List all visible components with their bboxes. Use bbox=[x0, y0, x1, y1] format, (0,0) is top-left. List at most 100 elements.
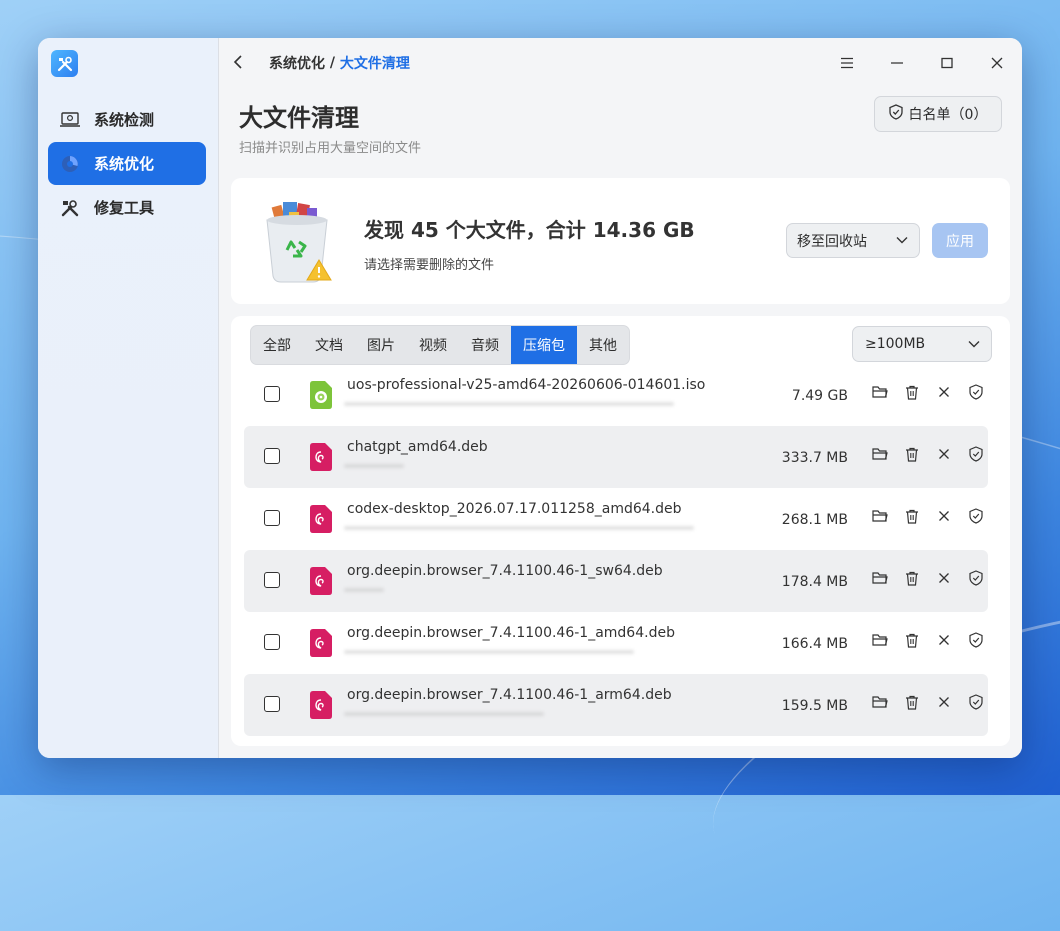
ignore-icon[interactable] bbox=[934, 444, 954, 464]
breadcrumb: 系统优化 / 大文件清理 bbox=[233, 52, 410, 74]
size-filter-select[interactable]: ≥100MB bbox=[852, 326, 992, 362]
action-select[interactable]: 移至回收站 bbox=[786, 223, 920, 258]
delete-icon[interactable] bbox=[902, 692, 922, 712]
size-filter-value: ≥100MB bbox=[865, 336, 926, 352]
close-icon[interactable] bbox=[983, 50, 1011, 76]
tab-all[interactable]: 全部 bbox=[251, 326, 303, 364]
add-whitelist-icon[interactable] bbox=[966, 692, 986, 712]
ignore-icon[interactable] bbox=[934, 506, 954, 526]
add-whitelist-icon[interactable] bbox=[966, 568, 986, 588]
deb-package-icon bbox=[310, 505, 332, 533]
file-name: chatgpt_amd64.deb bbox=[347, 439, 488, 455]
deb-package-icon bbox=[310, 691, 332, 719]
tab-other[interactable]: 其他 bbox=[577, 326, 629, 364]
file-row[interactable]: org.deepin.browser_7.4.1100.46-1_amd64.d… bbox=[244, 612, 988, 674]
optimize-icon bbox=[58, 152, 82, 176]
page-subtitle: 扫描并识别占用大量空间的文件 bbox=[239, 141, 422, 156]
delete-icon[interactable] bbox=[902, 382, 922, 402]
main-panel: 系统优化 / 大文件清理 大文件清理 扫描并识别占用大量空间的文件 白名单（0） bbox=[219, 38, 1022, 758]
ignore-icon[interactable] bbox=[934, 568, 954, 588]
sidebar-item-repair-tools[interactable]: 修复工具 bbox=[48, 186, 206, 229]
sidebar: 系统检测 系统优化 修复工具 bbox=[38, 38, 219, 758]
file-size: 166.4 MB bbox=[781, 636, 848, 652]
delete-icon[interactable] bbox=[902, 568, 922, 588]
file-checkbox[interactable] bbox=[264, 572, 280, 588]
menu-icon[interactable] bbox=[833, 50, 861, 76]
app-window: 系统检测 系统优化 修复工具 系统优化 / 大文件清理 大文件清理 扫描并识别占… bbox=[38, 38, 1022, 758]
file-name: org.deepin.browser_7.4.1100.46-1_arm64.d… bbox=[347, 687, 672, 703]
summary-card: 发现 45 个大文件，合计 14.36 GB 请选择需要删除的文件 移至回收站 … bbox=[231, 178, 1010, 304]
delete-icon[interactable] bbox=[902, 444, 922, 464]
iso-file-icon bbox=[310, 381, 332, 409]
file-name: org.deepin.browser_7.4.1100.46-1_amd64.d… bbox=[347, 625, 675, 641]
tab-archives[interactable]: 压缩包 bbox=[511, 326, 577, 364]
sidebar-item-system-optimize[interactable]: 系统优化 bbox=[48, 142, 206, 185]
category-tabs: 全部 文档 图片 视频 音频 压缩包 其他 bbox=[250, 325, 630, 365]
file-row[interactable]: org.deepin.browser_7.4.1100.46-1_arm64.d… bbox=[244, 674, 988, 736]
whitelist-label: 白名单（0） bbox=[908, 107, 988, 123]
file-path-redacted bbox=[344, 526, 694, 530]
open-folder-icon[interactable] bbox=[870, 568, 890, 588]
delete-icon[interactable] bbox=[902, 506, 922, 526]
deb-package-icon bbox=[310, 629, 332, 657]
file-name: uos-professional-v25-amd64-20260606-0146… bbox=[347, 377, 706, 393]
tab-documents[interactable]: 文档 bbox=[303, 326, 355, 364]
file-row[interactable]: codex-desktop_2026.07.17.011258_amd64.de… bbox=[244, 488, 988, 550]
tab-audio[interactable]: 音频 bbox=[459, 326, 511, 364]
open-folder-icon[interactable] bbox=[870, 444, 890, 464]
file-size: 159.5 MB bbox=[781, 698, 848, 714]
file-size: 268.1 MB bbox=[781, 512, 848, 528]
add-whitelist-icon[interactable] bbox=[966, 382, 986, 402]
open-folder-icon[interactable] bbox=[870, 382, 890, 402]
action-select-value: 移至回收站 bbox=[797, 233, 867, 250]
add-whitelist-icon[interactable] bbox=[966, 444, 986, 464]
open-folder-icon[interactable] bbox=[870, 692, 890, 712]
deb-package-icon bbox=[310, 443, 332, 471]
file-list-card: 全部 文档 图片 视频 音频 压缩包 其他 ≥100MB uos-profess… bbox=[231, 316, 1010, 746]
app-logo-icon bbox=[51, 50, 78, 77]
delete-icon[interactable] bbox=[902, 630, 922, 650]
page-title: 大文件清理 bbox=[239, 104, 359, 132]
minimize-icon[interactable] bbox=[883, 50, 911, 76]
file-path-redacted bbox=[344, 464, 404, 468]
add-whitelist-icon[interactable] bbox=[966, 630, 986, 650]
back-chevron-icon[interactable] bbox=[233, 54, 253, 73]
apply-button[interactable]: 应用 bbox=[932, 223, 988, 258]
open-folder-icon[interactable] bbox=[870, 506, 890, 526]
laptop-search-icon bbox=[58, 108, 82, 132]
file-path-redacted bbox=[344, 650, 634, 654]
ignore-icon[interactable] bbox=[934, 630, 954, 650]
sidebar-item-system-check[interactable]: 系统检测 bbox=[48, 98, 206, 141]
ignore-icon[interactable] bbox=[934, 692, 954, 712]
deb-package-icon bbox=[310, 567, 332, 595]
add-whitelist-icon[interactable] bbox=[966, 506, 986, 526]
summary-title: 发现 45 个大文件，合计 14.36 GB bbox=[364, 218, 695, 242]
file-row[interactable]: chatgpt_amd64.deb 333.7 MB bbox=[244, 426, 988, 488]
sidebar-item-label: 修复工具 bbox=[94, 199, 155, 217]
file-size: 7.49 GB bbox=[791, 388, 848, 404]
tab-video[interactable]: 视频 bbox=[407, 326, 459, 364]
ignore-icon[interactable] bbox=[934, 382, 954, 402]
breadcrumb-parent[interactable]: 系统优化 bbox=[269, 53, 325, 73]
file-checkbox[interactable] bbox=[264, 386, 280, 402]
file-size: 178.4 MB bbox=[781, 574, 848, 590]
tools-icon bbox=[58, 196, 82, 220]
file-name: codex-desktop_2026.07.17.011258_amd64.de… bbox=[347, 501, 682, 517]
file-checkbox[interactable] bbox=[264, 510, 280, 526]
file-row[interactable]: org.deepin.browser_7.4.1100.46-1_sw64.de… bbox=[244, 550, 988, 612]
file-checkbox[interactable] bbox=[264, 448, 280, 464]
file-row[interactable]: uos-professional-v25-amd64-20260606-0146… bbox=[244, 364, 988, 426]
file-checkbox[interactable] bbox=[264, 634, 280, 650]
sidebar-item-label: 系统优化 bbox=[94, 155, 155, 173]
summary-subtitle: 请选择需要删除的文件 bbox=[364, 258, 495, 273]
file-size: 333.7 MB bbox=[781, 450, 848, 466]
file-checkbox[interactable] bbox=[264, 696, 280, 712]
file-path-redacted bbox=[344, 402, 674, 406]
recycle-bin-icon bbox=[261, 198, 336, 283]
whitelist-button[interactable]: 白名单（0） bbox=[874, 96, 1002, 132]
maximize-icon[interactable] bbox=[933, 50, 961, 76]
tab-images[interactable]: 图片 bbox=[355, 326, 407, 364]
open-folder-icon[interactable] bbox=[870, 630, 890, 650]
breadcrumb-separator: / bbox=[325, 55, 340, 71]
chevron-down-icon bbox=[967, 337, 981, 355]
